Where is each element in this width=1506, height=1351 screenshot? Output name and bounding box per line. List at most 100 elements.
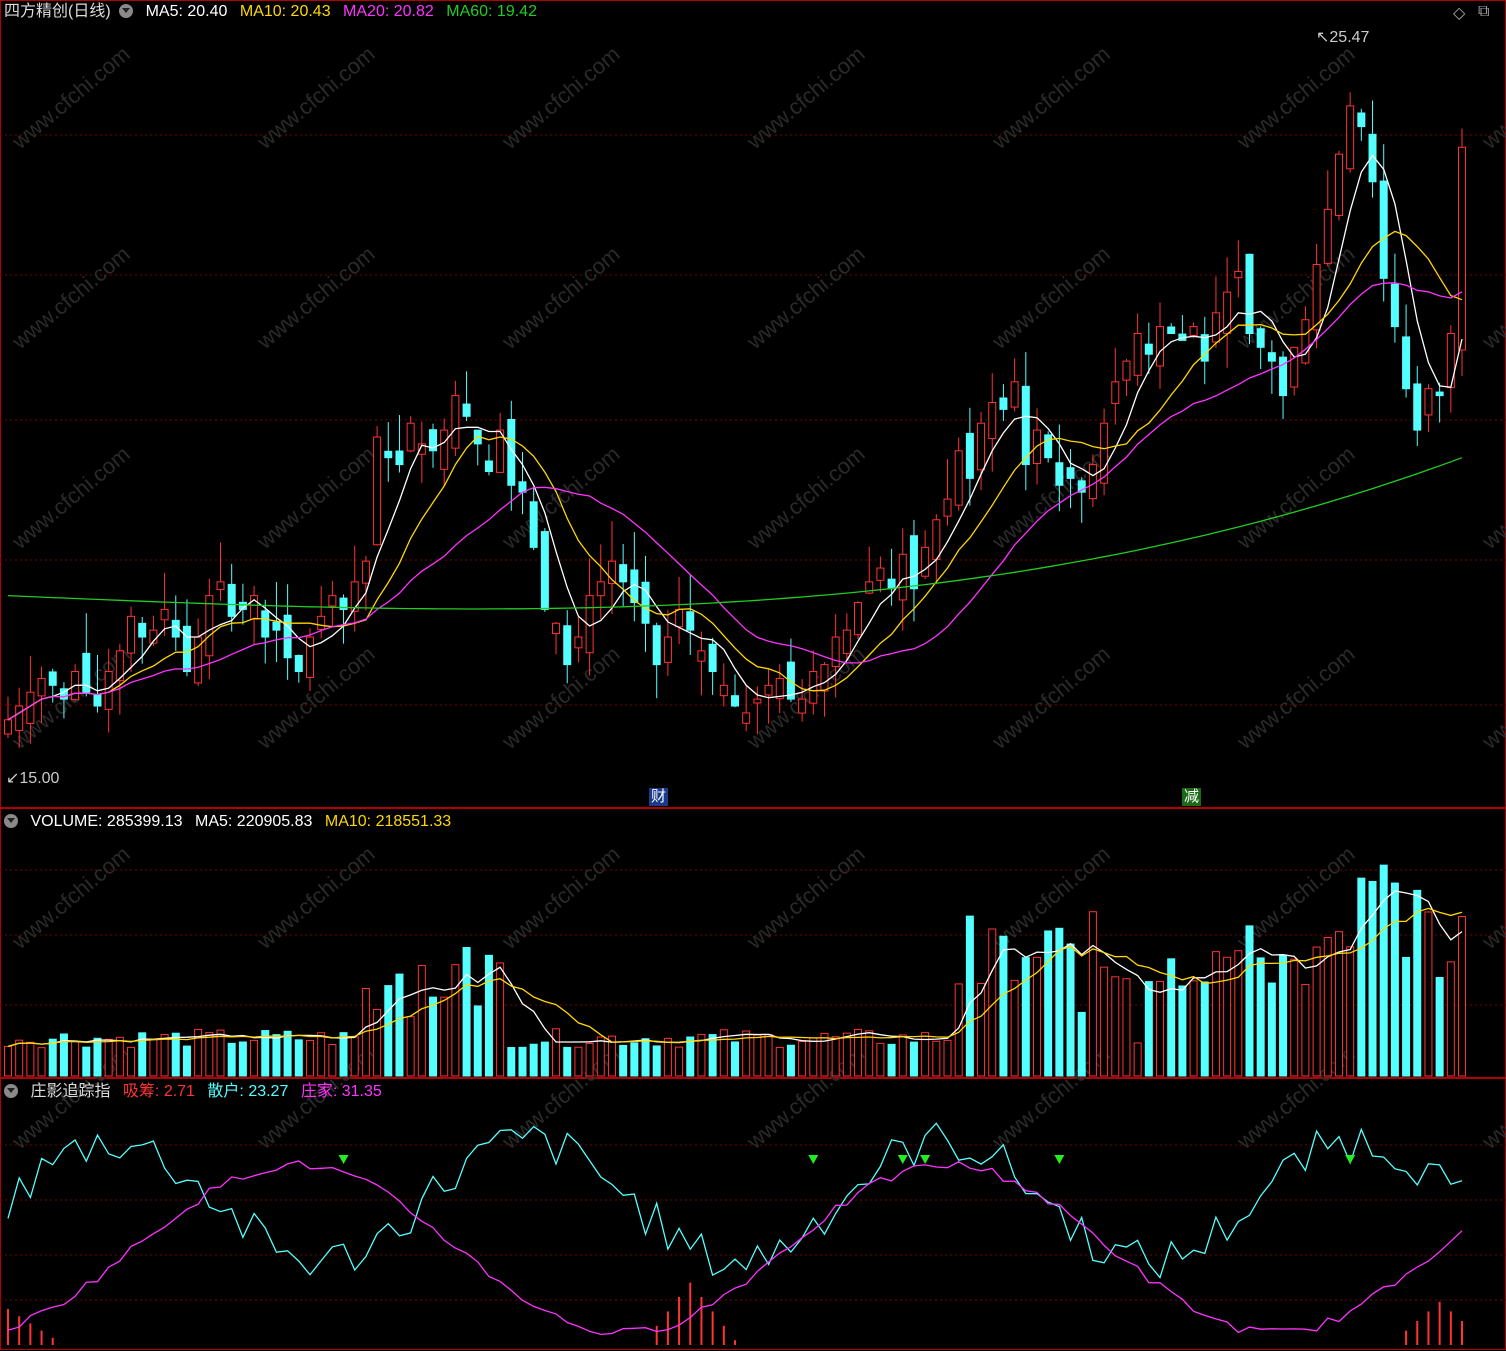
candle-body <box>1066 467 1075 479</box>
watermark-text: www.cfchi.com <box>496 41 624 154</box>
volume-bar <box>977 982 986 1077</box>
candle-body <box>921 546 930 577</box>
candle-body <box>328 595 337 607</box>
sanhu-legend: 散户: 23.27 <box>207 1083 289 1100</box>
volume-bar <box>965 915 974 1077</box>
candle-body <box>1301 319 1310 364</box>
volume-bar <box>1066 943 1075 1077</box>
volume-bar <box>462 947 471 1077</box>
candle-body <box>1088 464 1097 500</box>
collapse-circle-icon[interactable] <box>4 1084 18 1098</box>
watermark-text: www.cfchi.com <box>6 241 134 354</box>
candle-body <box>384 450 393 459</box>
volume-bar <box>1301 984 1310 1077</box>
candle-body <box>753 698 762 704</box>
candle-body <box>1010 381 1019 408</box>
volume-bar <box>1256 957 1265 1077</box>
candle-body <box>227 583 236 617</box>
volume-bar <box>854 1028 863 1077</box>
candle-body <box>160 608 169 621</box>
restore-icon[interactable]: ⧉ <box>1478 3 1489 21</box>
indicator-panel-header: 庄影追踪指 吸筹: 2.71 散户: 23.27 庄家: 31.35 <box>4 1081 390 1103</box>
candle-body <box>37 677 46 697</box>
candle-body <box>999 397 1008 410</box>
collapse-circle-icon[interactable] <box>4 814 18 828</box>
volume-bar <box>552 1028 561 1077</box>
low-price-value: 15.00 <box>19 770 60 787</box>
buy-signal-marker <box>808 1155 819 1164</box>
volume-bar <box>1077 1011 1086 1077</box>
candle-body <box>854 602 863 636</box>
candle-body <box>731 695 739 707</box>
watermark-text: www.cfchi.com <box>986 41 1114 154</box>
ma5-legend: MA5: 20.40 <box>145 3 228 20</box>
volume-bars[interactable] <box>4 864 1466 1077</box>
candle-body <box>1346 105 1355 170</box>
zhuangjia-legend: 庄家: 31.35 <box>300 1083 382 1100</box>
candle-body <box>876 567 885 581</box>
ma60-legend: MA60: 19.42 <box>446 3 537 20</box>
indicator-lines <box>7 1122 1463 1345</box>
volume-bar <box>686 1036 695 1077</box>
stock-title: 四方精创(日线) <box>4 3 111 20</box>
diamond-icon[interactable]: ◇ <box>1453 3 1465 23</box>
ma5-line <box>7 154 1463 721</box>
event-tag-reduce[interactable]: 减 <box>1182 788 1202 806</box>
candle-body <box>842 629 851 654</box>
watermark-text: www.cfchi.com <box>741 441 869 554</box>
volume-bar <box>1178 985 1187 1077</box>
event-tag-finance[interactable]: 财 <box>649 788 669 806</box>
volume-bar <box>160 1033 169 1077</box>
candle-body <box>675 608 684 628</box>
stock-chart[interactable]: www.cfchi.com www.cfchi.com www.cfchi.com w… <box>0 0 1506 1351</box>
candle-body <box>1435 391 1444 397</box>
volume-bar <box>350 1036 359 1077</box>
watermark-text: www.cfchi.com <box>251 41 379 154</box>
volume-bar <box>1267 982 1276 1077</box>
candle-body <box>1055 462 1064 486</box>
volume-bar <box>294 1039 303 1077</box>
volume-bar <box>529 1043 538 1077</box>
collapse-circle-icon[interactable] <box>119 4 134 18</box>
candle-body <box>317 615 326 630</box>
candle-body <box>708 643 717 673</box>
volume-bar <box>731 1041 739 1077</box>
candle-body <box>1390 283 1399 328</box>
volume-bar <box>831 1036 840 1077</box>
candle-body <box>1424 388 1433 416</box>
main-panel-header: 四方精创(日线) MA5: 20.40 MA10: 20.43 MA20: 20… <box>4 1 545 23</box>
volume-ma10-legend: MA10: 218551.33 <box>324 813 452 830</box>
volume-bar <box>619 1044 628 1077</box>
watermark-text: www.cfchi.com <box>251 241 379 354</box>
buy-signal-marker <box>1345 1155 1356 1164</box>
volume-bar <box>898 1034 907 1077</box>
candle-body <box>552 622 561 635</box>
volume-bar <box>227 1042 236 1077</box>
volume-ma5-legend: MA5: 220905.83 <box>195 813 313 830</box>
watermark-text: www.cfchi.com <box>496 1041 624 1154</box>
candle-body <box>574 636 583 649</box>
watermark-text: www.cfchi.com <box>496 841 624 954</box>
candle-body <box>619 564 628 583</box>
watermark-text: www.cfchi.com <box>1476 641 1506 754</box>
volume-bar <box>652 1045 661 1077</box>
volume-bar <box>1156 981 1165 1077</box>
ma10-line <box>7 230 1463 721</box>
watermark-text: www.cfchi.com <box>986 641 1114 754</box>
volume-bar <box>675 1046 684 1077</box>
candle-body <box>909 535 918 590</box>
volume-bar <box>406 1016 415 1077</box>
volume-bar <box>1032 956 1041 1077</box>
volume-bar <box>574 1046 583 1077</box>
watermark-text: www.cfchi.com <box>251 641 379 754</box>
candle-body <box>48 671 57 686</box>
candle-body <box>742 712 751 724</box>
candle-body <box>898 553 907 601</box>
candle-body <box>272 621 281 631</box>
high-price-value: 25.47 <box>1329 29 1370 46</box>
volume-panel-header: VOLUME: 285399.13 MA5: 220905.83 MA10: 2… <box>4 811 459 833</box>
watermark-text: www.cfchi.com <box>1231 641 1359 754</box>
moving-average-lines <box>7 154 1463 721</box>
watermark-text: www.cfchi.com <box>1476 241 1506 354</box>
volume-bar <box>1100 966 1109 1077</box>
